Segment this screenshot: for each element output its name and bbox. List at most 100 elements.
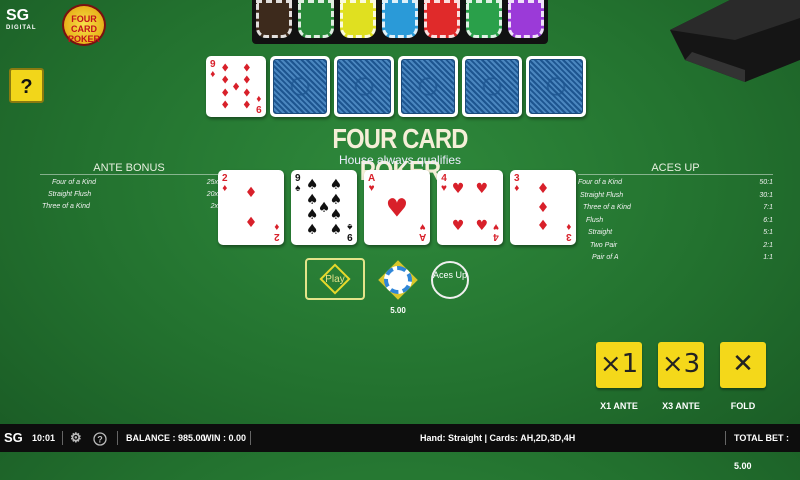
ante-chip <box>384 266 412 294</box>
diamonds-pip-icon: ♦ <box>244 184 258 201</box>
fold-label: FOLD <box>730 401 756 411</box>
paytable-payout: 30:1 <box>759 191 773 199</box>
rack-chip <box>424 0 460 38</box>
ante-bonus-heading: ANTE BONUS <box>93 162 165 174</box>
paytable-hand: Four of a Kind <box>578 179 622 186</box>
status-bar: SG 10:01 ⚙ ? BALANCE : 985.00 WIN : 0.00… <box>0 424 800 471</box>
card-back-pattern <box>273 59 327 114</box>
aces-up-heading: ACES UP <box>651 162 700 174</box>
status-separator <box>725 431 726 445</box>
status-sg-logo: SG <box>4 430 23 445</box>
paytable-payout: 7:1 <box>763 204 773 211</box>
card-corner-index: 2 ♦ <box>222 173 228 194</box>
paytable-row: Three of a Kind 7:1 <box>583 204 773 211</box>
hearts-pip-icon: ♥ <box>451 180 465 197</box>
card-corner-index: 9 ♦ <box>256 93 262 114</box>
sg-digital-logo: SG DIGITAL <box>6 8 46 38</box>
aces-up-bet-spot[interactable]: Aces Up <box>431 261 469 299</box>
card-corner-index: A ♥ <box>418 221 426 242</box>
fold-button[interactable]: ✕ <box>720 342 766 388</box>
diamonds-pip-icon: ♦ <box>241 86 252 100</box>
card-shoe <box>670 0 800 82</box>
paytable-payout: 2x <box>210 203 218 210</box>
game-subtitle: House always qualifies <box>338 153 462 167</box>
help-button[interactable]: ? <box>9 68 44 103</box>
diamonds-pip-icon: ♦ <box>231 80 241 93</box>
paytable-payout: 25x <box>206 179 218 186</box>
x1-ante-button[interactable]: ×1 <box>596 342 642 388</box>
spades-pip-icon: ♠ <box>329 177 343 193</box>
rack-chip <box>508 0 544 38</box>
sg-logo-sub: DIGITAL <box>6 25 37 31</box>
spades-pip-icon: ♠ <box>329 207 343 223</box>
playing-card: 2 ♦ 2 ♦ ♦ ♦ <box>218 170 284 245</box>
gear-icon[interactable]: ⚙ <box>70 424 82 452</box>
hearts-pip-icon: ♥ <box>385 193 409 222</box>
paytable-row: Four of a Kind 25x <box>52 179 218 186</box>
chip-rack <box>252 0 548 44</box>
card-back <box>526 56 586 117</box>
paytable-hand: Three of a Kind <box>583 204 631 211</box>
card-corner-index: 4 ♥ <box>441 173 447 194</box>
hearts-pip-icon: ♥ <box>475 180 489 197</box>
rack-chip <box>340 0 376 38</box>
sg-logo-text: SG <box>6 7 30 24</box>
aces-up-paytable: ACES UP Four of a Kind 50:1 Straight Flush… <box>578 162 773 275</box>
spades-pip-icon: ♠ <box>305 222 319 238</box>
card-back-pattern <box>529 59 583 114</box>
paytable-row: Flush 6:1 <box>586 217 773 224</box>
diamonds-pip-icon: ♦ <box>536 218 550 235</box>
x1-ante-label: X1 ANTE <box>600 401 638 411</box>
x3-ante-label: X3 ANTE <box>662 401 700 411</box>
status-separator <box>117 431 118 445</box>
ante-bonus-paytable: ANTE BONUS Four of a Kind 25x Straight Flu… <box>40 162 218 215</box>
hearts-pip-icon: ♥ <box>451 218 465 235</box>
ante-amount: 5.00 <box>390 306 406 315</box>
playing-card: 4 ♥ 4 ♥ ♥ ♥ ♥ ♥ <box>437 170 503 245</box>
diamonds-pip-icon: ♦ <box>241 73 252 87</box>
playing-card: A ♥ A ♥ ♥ <box>364 170 430 245</box>
card-corner-index: 4 ♥ <box>493 221 499 242</box>
win-amount: WIN : 0.00 <box>203 433 247 443</box>
playing-card: 3 ♦ 3 ♦ ♦ ♦ ♦ <box>510 170 576 245</box>
help-circle-icon[interactable]: ? <box>93 424 107 452</box>
spades-pip-icon: ♠ <box>329 222 343 238</box>
svg-text:?: ? <box>97 434 103 444</box>
paytable-hand: Three of a Kind <box>42 203 90 210</box>
paytable-payout: 6:1 <box>763 216 773 224</box>
paytable-hand: Two Pair <box>590 241 618 249</box>
paytable-row: Two Pair 2:1 <box>590 242 773 249</box>
spades-pip-icon: ♠ <box>305 207 319 223</box>
play-bet-spot[interactable]: Play <box>305 258 365 300</box>
card-corner-index: 9 ♠ <box>347 221 353 242</box>
x3-ante-button[interactable]: ×3 <box>658 342 704 388</box>
diamonds-pip-icon: ♦ <box>241 98 252 112</box>
diamonds-pip-icon: ♦ <box>536 199 550 216</box>
paytable-payout: 50:1 <box>759 179 773 186</box>
four-card-poker-logo: FOUR CARD POKER <box>62 4 106 46</box>
card-corner-index: 9 ♦ <box>210 59 216 80</box>
card-back-pattern <box>465 59 519 114</box>
hand-info: Hand: Straight | Cards: AH,2D,3D,4H <box>420 433 576 443</box>
paytable-hand: Straight <box>588 229 613 236</box>
card-corner-index: 3 ♦ <box>514 173 520 194</box>
status-separator <box>250 431 251 445</box>
diamonds-pip-icon: ♦ <box>220 61 231 75</box>
spades-pip-icon: ♠ <box>317 199 331 216</box>
paytable-payout: 20x <box>206 191 218 198</box>
ante-bet-spot[interactable] <box>376 258 420 302</box>
paytable-payout: 1:1 <box>763 254 773 261</box>
card-back-pattern <box>337 59 391 114</box>
paytable-payout: 5:1 <box>763 229 773 236</box>
card-corner-index: A ♥ <box>368 173 376 194</box>
paytable-row: Straight Flush 20x <box>48 191 218 198</box>
playing-card: 9 ♠ 9 ♠ ♠ ♠ ♠ ♠ ♠ ♠ ♠ ♠ ♠ <box>291 170 357 245</box>
clock: 10:01 <box>32 433 56 443</box>
diamonds-pip-icon: ♦ <box>536 180 550 197</box>
paytable-hand: Four of a Kind <box>52 179 96 186</box>
paytable-payout: 2:1 <box>763 241 773 249</box>
paytable-row: Straight 5:1 <box>588 229 773 236</box>
card-back <box>398 56 458 117</box>
spades-pip-icon: ♠ <box>305 177 319 193</box>
spades-pip-icon: ♠ <box>329 192 343 208</box>
